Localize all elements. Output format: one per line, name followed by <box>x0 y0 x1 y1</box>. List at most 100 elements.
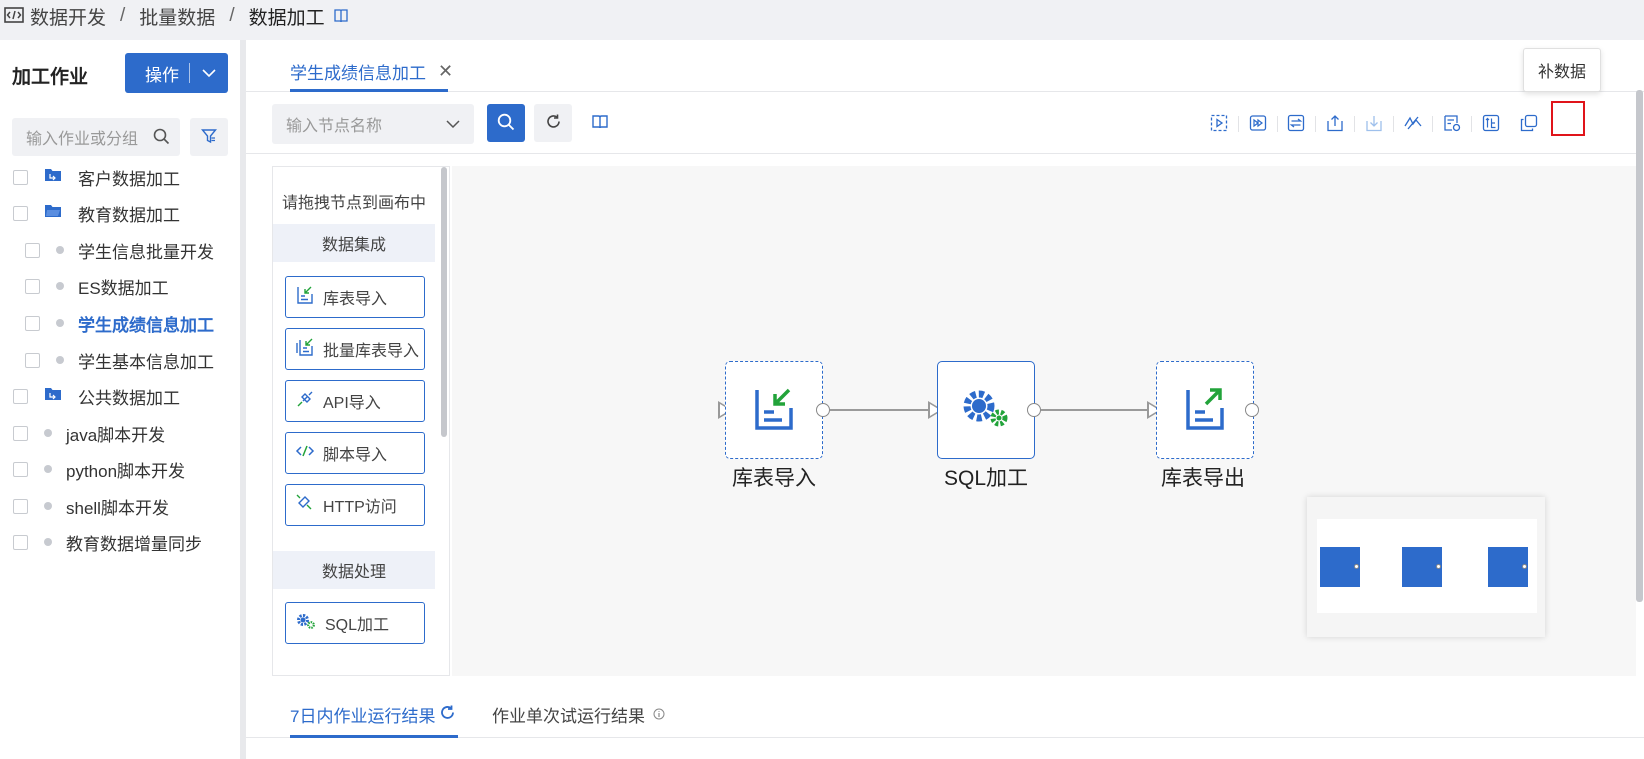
checkbox[interactable] <box>13 425 28 441</box>
copy-icon[interactable] <box>1515 109 1543 137</box>
palette-item-script-import[interactable]: 脚本导入 <box>285 432 425 474</box>
palette-item-http-access[interactable]: HTTP访问 <box>285 484 425 526</box>
checkbox[interactable] <box>25 278 40 294</box>
run-forward-icon[interactable] <box>1244 109 1272 137</box>
tree-item-public-data[interactable]: 公共数据加工 <box>13 381 180 411</box>
toolbar-divider <box>1354 116 1355 132</box>
search-icon <box>497 113 515 134</box>
flow-node-sql-process[interactable] <box>937 361 1035 459</box>
tree-item-label: python脚本开发 <box>66 461 186 481</box>
tab-student-score[interactable]: 学生成绩信息加工 ✕ <box>290 56 453 86</box>
tree-item-student-score[interactable]: 学生成绩信息加工 <box>25 308 214 338</box>
toolbar-divider <box>1432 116 1433 132</box>
chevron-down-icon[interactable] <box>190 68 228 78</box>
tree-item-label: java脚本开发 <box>66 425 166 445</box>
checkbox[interactable] <box>25 352 40 368</box>
palette-hint: 请拖拽节点到画布中 <box>282 195 427 212</box>
flow-node-table-import[interactable] <box>725 361 823 459</box>
palette-item-api-import[interactable]: API导入 <box>285 380 425 422</box>
checkbox[interactable] <box>13 169 28 185</box>
help-doc-button[interactable] <box>581 104 619 142</box>
palette-item-label: SQL加工 <box>325 617 390 634</box>
job-search-input[interactable]: 输入作业或分组 <box>12 118 180 156</box>
checkbox[interactable] <box>13 534 28 550</box>
status-dot <box>56 282 64 290</box>
flow-edge[interactable] <box>1041 409 1148 411</box>
tree-item-student-info-batch[interactable]: 学生信息批量开发 <box>25 235 214 265</box>
table-import-icon <box>295 285 323 310</box>
output-port[interactable] <box>816 403 830 417</box>
refresh-icon[interactable] <box>439 704 456 726</box>
tree-item-shell-script[interactable]: shell脚本开发 <box>13 491 169 521</box>
toolbar-divider <box>1471 116 1472 132</box>
breadcrumb-item-current: 数据加工 <box>248 7 325 29</box>
job-sidebar: 加工作业 操作 输入作业或分组 客户数据加工 教育数据加工 学生信息批量开发 E… <box>0 40 240 759</box>
node-palette: 请拖拽节点到画布中 数据集成 库表导入 批量库表导入 API导入 脚本导入 HT… <box>272 166 450 676</box>
operation-button[interactable]: 操作 <box>125 53 228 93</box>
node-search-button[interactable] <box>487 104 525 142</box>
palette-item-table-import[interactable]: 库表导入 <box>285 276 425 318</box>
palette-scrollbar[interactable] <box>441 167 447 437</box>
filter-button[interactable] <box>190 118 228 156</box>
search-icon[interactable] <box>153 128 170 150</box>
folder-open-icon <box>44 203 62 223</box>
tab-active-indicator <box>290 735 458 738</box>
close-icon[interactable]: ✕ <box>438 61 453 82</box>
output-port[interactable] <box>1245 403 1259 417</box>
status-dot <box>44 465 52 473</box>
breadcrumb-item-dev[interactable]: 数据开发 <box>30 3 106 30</box>
status-dot <box>44 429 52 437</box>
canvas-minimap[interactable] <box>1307 497 1545 637</box>
palette-item-sql-process[interactable]: SQL加工 <box>285 602 425 644</box>
node-search-select[interactable]: 输入节点名称 <box>272 104 474 144</box>
folder-icon <box>44 386 62 406</box>
gear-icon <box>295 611 325 636</box>
tree-item-label: 学生成绩信息加工 <box>78 315 214 335</box>
compare-icon[interactable] <box>1282 109 1310 137</box>
tree-item-python-script[interactable]: python脚本开发 <box>13 454 185 484</box>
palette-item-label: 库表导入 <box>323 291 388 308</box>
run-node-icon[interactable] <box>1205 109 1233 137</box>
code-icon <box>4 5 24 27</box>
checkbox[interactable] <box>13 461 28 477</box>
flow-edge[interactable] <box>830 409 930 411</box>
checkbox[interactable] <box>13 388 28 404</box>
status-dot <box>44 502 52 510</box>
checkbox[interactable] <box>25 315 40 331</box>
tree-item-education-data[interactable]: 教育数据加工 <box>13 198 180 228</box>
tree-item-label: 客户数据加工 <box>78 169 180 189</box>
flow-node-table-export[interactable] <box>1156 361 1254 459</box>
debug-icon[interactable] <box>1399 109 1427 137</box>
tree-item-student-basic[interactable]: 学生基本信息加工 <box>25 345 214 375</box>
job-search-placeholder: 输入作业或分组 <box>26 131 139 148</box>
checkbox[interactable] <box>25 242 40 258</box>
tab-single-run-results[interactable]: 作业单次试运行结果 <box>492 702 665 727</box>
schedule-config-icon[interactable] <box>1438 109 1466 137</box>
palette-group-processing: 数据处理 <box>273 551 435 589</box>
breadcrumb-item-batch[interactable]: 批量数据 <box>139 3 215 30</box>
publish-icon[interactable] <box>1321 109 1349 137</box>
tab-label: 作业单次试运行结果 <box>492 707 645 726</box>
tree-item-label: ES数据加工 <box>78 278 169 298</box>
refresh-button[interactable] <box>534 104 572 142</box>
batch-import-icon <box>295 337 323 362</box>
toolbar-divider <box>1393 116 1394 132</box>
tree-item-customer-data[interactable]: 客户数据加工 <box>13 162 180 192</box>
table-import-icon <box>751 386 797 435</box>
tree-item-education-incremental[interactable]: 教育数据增量同步 <box>13 527 202 557</box>
checkbox[interactable] <box>13 498 28 514</box>
node-search-placeholder: 输入节点名称 <box>286 118 383 135</box>
tree-item-es-data[interactable]: ES数据加工 <box>25 271 169 301</box>
info-icon <box>653 705 665 725</box>
tree-item-java-script[interactable]: java脚本开发 <box>13 418 165 448</box>
backfill-data-icon[interactable] <box>1477 109 1505 137</box>
output-port[interactable] <box>1027 403 1041 417</box>
editor-scrollbar[interactable] <box>1636 90 1643 602</box>
palette-item-batch-table-import[interactable]: 批量库表导入 <box>285 328 425 370</box>
tab-7day-results[interactable]: 7日内作业运行结果 <box>290 702 456 727</box>
book-icon[interactable] <box>333 5 349 27</box>
breadcrumb: 数据开发 / 批量数据 / 数据加工 <box>0 0 1644 32</box>
minimap-viewport[interactable] <box>1317 519 1537 613</box>
checkbox[interactable] <box>13 205 28 221</box>
palette-group-integration: 数据集成 <box>273 224 435 262</box>
